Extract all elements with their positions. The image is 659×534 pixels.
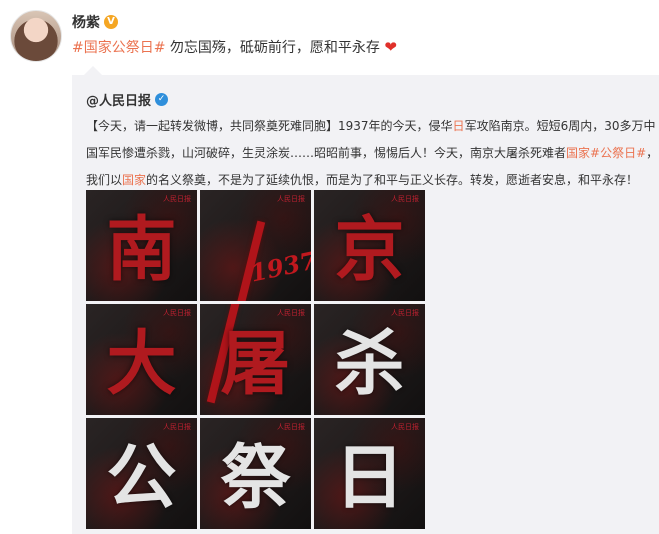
highlight-text: 日: [452, 119, 465, 133]
tile-character: 屠: [220, 320, 291, 404]
image-tile[interactable]: 人民日报 1937: [200, 190, 311, 301]
tile-character: 杀: [334, 320, 405, 404]
tile-character: 日: [334, 434, 405, 518]
image-tile[interactable]: 人民日报 日: [314, 418, 425, 529]
repost-line-1: 【今天，请一起转发微博，共同祭奠死难同胞】1937年的今天，侵华日军攻陷南京。短…: [86, 119, 656, 133]
repost-source[interactable]: @人民日报: [86, 90, 151, 109]
tile-character: 大: [106, 320, 177, 404]
image-tile[interactable]: 人民日报 京: [314, 190, 425, 301]
image-tile[interactable]: 人民日报 公: [86, 418, 197, 529]
repost-text: 【今天，请一起转发微博，共同祭奠死难同胞】1937年的今天，侵华日军攻陷南京。短…: [86, 113, 659, 194]
repost-line-2: 国军民惨遭杀戮，山河破碎，生灵涂炭……昭昭前事，惕惕后人！今天，南京大屠杀死难者…: [86, 146, 659, 160]
image-tile[interactable]: 人民日报 杀: [314, 304, 425, 415]
highlight-text: 国家: [122, 173, 147, 187]
vip-badge-icon: V: [104, 15, 118, 29]
hashtag-link[interactable]: 国家#公祭日#: [566, 146, 646, 160]
verified-icon: ✓: [155, 93, 169, 106]
image-tile[interactable]: 人民日报 屠: [200, 304, 311, 415]
post-header: 杨紫 V: [72, 12, 118, 32]
repost-pointer: [84, 66, 102, 75]
username[interactable]: 杨紫: [72, 12, 100, 32]
avatar[interactable]: [10, 10, 62, 62]
heart-icon: ❤: [384, 38, 397, 56]
tile-character: 南: [106, 206, 177, 290]
logo: 人民日报: [277, 195, 305, 203]
post-body: 勿忘国殇，砥砺前行，愿和平永存: [165, 40, 380, 56]
tile-character: 京: [334, 206, 405, 290]
image-grid: 人民日报 南 人民日报 1937 人民日报 京 人民日报 大 人民日报 屠 人民…: [86, 190, 425, 529]
tile-character: 祭: [220, 434, 291, 518]
image-tile[interactable]: 人民日报 南: [86, 190, 197, 301]
hashtag-link[interactable]: #国家公祭日#: [72, 40, 165, 56]
tile-character: 公: [106, 434, 177, 518]
post-text: #国家公祭日# 勿忘国殇，砥砺前行，愿和平永存 ❤: [72, 37, 397, 57]
image-tile[interactable]: 人民日报 祭: [200, 418, 311, 529]
image-tile[interactable]: 人民日报 大: [86, 304, 197, 415]
repost-header: @人民日报 ✓: [86, 90, 169, 109]
